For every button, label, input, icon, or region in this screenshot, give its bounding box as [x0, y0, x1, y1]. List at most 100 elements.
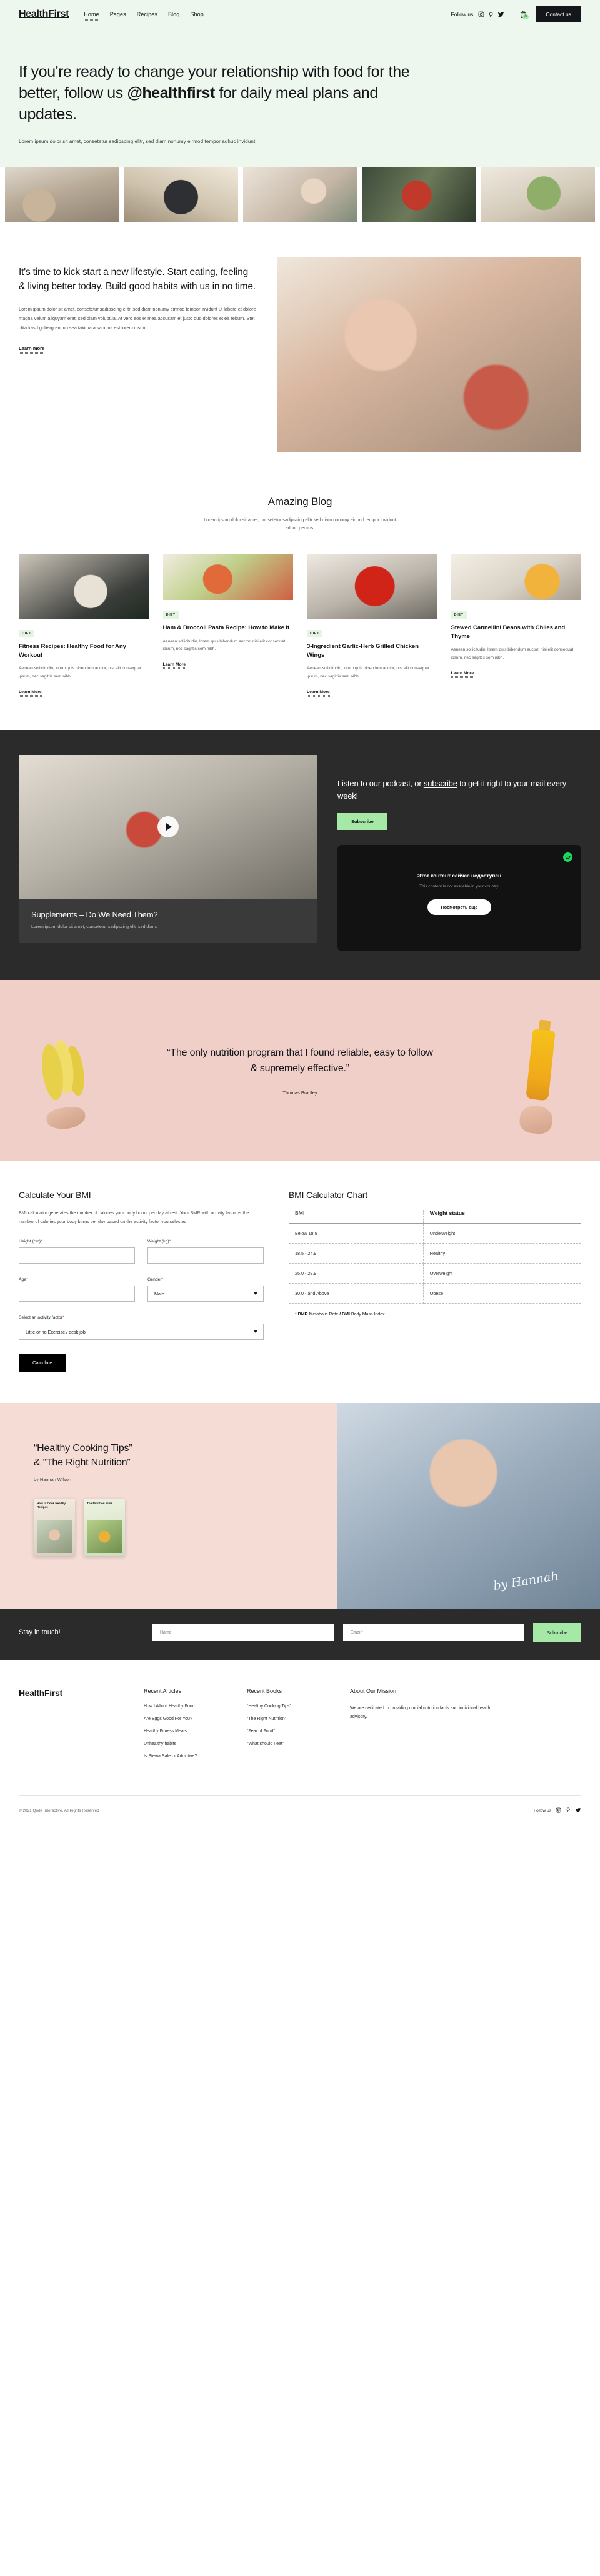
blog-card-excerpt: Aenean sollicitudin, lorem quis bibendum… [451, 647, 574, 661]
gender-field: Gender* Male [148, 1277, 264, 1302]
book-cover[interactable]: How to Cook Healthy Recipes [34, 1498, 75, 1556]
newsletter-section: Stay in touch! Subscribe [0, 1609, 600, 1661]
instagram-icon[interactable] [478, 11, 484, 17]
table-row: Below 18.5 Underweight [289, 1223, 581, 1244]
nav-item-shop[interactable]: Shop [190, 11, 203, 17]
blog-card-learn-more[interactable]: Learn More [307, 690, 330, 697]
activity-selected-value: Little or no Exercise / desk job [26, 1329, 86, 1335]
bmi-footnote: * BMR Metabolic Rate / BMI Body Mass Ind… [295, 1312, 385, 1317]
footer-link[interactable]: “Fear of Food” [247, 1729, 350, 1734]
bmi-chart-panel: BMI Calculator Chart BMI Weight status B… [289, 1190, 581, 1372]
activity-select[interactable]: Little or no Exercise / desk job [19, 1324, 264, 1340]
testimonial-author: Thomas Bradley [282, 1089, 318, 1096]
blog-card-learn-more[interactable]: Learn More [451, 671, 474, 679]
copyright-text: © 2021 Qode Interactive, All Rights Rese… [19, 1808, 99, 1813]
nav-item-recipes[interactable]: Recipes [137, 11, 158, 17]
nav-links: Home Pages Recipes Blog Shop [84, 11, 204, 21]
cart-icon[interactable]: 0 [520, 11, 529, 19]
follow-us-label: Follow us [451, 11, 474, 17]
footer-column-recent-articles: Recent Articles How I Afford Healthy Foo… [144, 1688, 247, 1767]
twitter-icon[interactable] [498, 11, 504, 17]
lifestyle-section: It's time to kick start a new lifestyle.… [19, 222, 581, 477]
age-label: Age* [19, 1277, 28, 1282]
blog-card-thumbnail [451, 553, 581, 600]
cell-weight-status: Overweight [423, 1263, 581, 1284]
chevron-down-icon [254, 1292, 258, 1295]
footer-link[interactable]: “What should I eat” [247, 1742, 350, 1746]
pinterest-icon[interactable] [566, 1805, 571, 1816]
gender-label: Gender* [148, 1277, 164, 1282]
logo-healthfirst[interactable]: HealthFirst [19, 9, 69, 20]
lifestyle-learn-more-link[interactable]: Learn more [19, 346, 45, 354]
embed-subtitle: This content is not available in your co… [419, 884, 499, 889]
embed-title: Этот контент сейчас недоступен [418, 872, 501, 879]
twitter-icon[interactable] [575, 1805, 581, 1816]
required-marker: * [26, 1277, 28, 1282]
bmi-form-panel: Calculate Your BMI BMI calculator genera… [19, 1190, 264, 1372]
footer-column-title: About Our Mission [350, 1688, 397, 1695]
bmi-chart-table: BMI Weight status Below 18.5 Underweight… [289, 1210, 581, 1304]
photo-healthy-plate[interactable] [481, 167, 596, 222]
footer-link[interactable]: “The Right Nutrition” [247, 1717, 350, 1721]
table-row: 18.5 - 24.9 Healthy [289, 1243, 581, 1264]
video-caption: Supplements – Do We Need Them? Lorem ips… [19, 899, 318, 944]
nav-item-home[interactable]: Home [84, 11, 100, 21]
age-input[interactable] [19, 1286, 135, 1302]
newsletter-name-input[interactable] [152, 1624, 334, 1642]
blog-card-title: Ham & Broccoli Pasta Recipe: How to Make… [162, 624, 290, 631]
calculate-button[interactable]: Calculate [19, 1354, 66, 1372]
nav-item-pages[interactable]: Pages [110, 11, 126, 17]
bmi-chart-title: BMI Calculator Chart [289, 1190, 368, 1201]
weight-input[interactable] [148, 1247, 264, 1264]
blog-card[interactable]: DIET 3-Ingredient Garlic-Herb Grilled Ch… [307, 553, 438, 697]
blog-card-learn-more[interactable]: Learn More [162, 662, 186, 670]
footer-link[interactable]: Is Stevia Safe or Addictive? [144, 1754, 247, 1759]
instagram-icon[interactable] [556, 1805, 561, 1816]
gender-selected-value: Male [154, 1290, 164, 1297]
table-row: 30.0 - and Above Obese [289, 1283, 581, 1304]
subscribe-button[interactable]: Subscribe [338, 813, 388, 831]
cart-count: 0 [522, 14, 529, 19]
newsletter-subscribe-button[interactable]: Subscribe [533, 1623, 581, 1642]
blog-card[interactable]: DIET Fitness Recipes: Healthy Food for A… [19, 553, 149, 697]
photo-phone-food[interactable] [124, 167, 238, 222]
lifestyle-text: It's time to kick start a new lifestyle.… [19, 257, 256, 354]
footer-link[interactable]: How I Afford Healthy Food [144, 1704, 247, 1709]
blog-card-learn-more[interactable]: Learn More [19, 690, 42, 697]
blog-card-tag: DIET [19, 629, 35, 637]
book-cover[interactable]: The Nutrition Bible [84, 1498, 125, 1556]
footer-social-links: Follow us [534, 1805, 581, 1816]
books-author: by Hannah Wilson [34, 1476, 71, 1482]
podcast-subscribe-link[interactable]: subscribe [424, 779, 458, 788]
footer-link[interactable]: “Healthy Cooking Tips” [247, 1704, 350, 1709]
column-header-bmi: BMI [289, 1210, 424, 1224]
gender-select[interactable]: Male [148, 1286, 264, 1302]
blog-card-excerpt: Aenean sollicitudin, lorem quis bibendum… [19, 666, 141, 679]
embed-action-button[interactable]: Посмотреть еще [427, 899, 492, 915]
footer-link[interactable]: Unhealthy habits [144, 1742, 247, 1746]
photo-salad-bowl[interactable] [362, 167, 476, 222]
footer-link[interactable]: Healthy Fitness Meals [144, 1729, 247, 1734]
weight-label: Weight (kg)* [148, 1239, 171, 1244]
footer-link[interactable]: Are Eggs Good For You? [144, 1717, 247, 1721]
blog-card[interactable]: DIET Stewed Cannellini Beans with Chiles… [451, 553, 581, 697]
play-icon[interactable] [158, 816, 179, 838]
cell-bmi-range: 25.0 - 29.9 [289, 1263, 424, 1284]
photo-kitchen-couple[interactable] [5, 167, 119, 222]
blog-card[interactable]: DIET Ham & Broccoli Pasta Recipe: How to… [162, 553, 293, 697]
blog-card-thumbnail [162, 553, 293, 600]
blog-card-tag: DIET [451, 611, 467, 619]
pinterest-icon[interactable] [488, 11, 494, 18]
photo-smoothie-woman[interactable] [242, 167, 358, 222]
podcast-heading-pre: Listen to our podcast, or [338, 779, 424, 789]
video-thumbnail[interactable] [19, 755, 318, 899]
contact-us-button[interactable]: Contact us [536, 6, 581, 22]
newsletter-label: Stay in touch! [19, 1629, 61, 1637]
photo-bananas [29, 1020, 97, 1121]
height-input[interactable] [19, 1247, 135, 1264]
footer-column-title: Recent Books [247, 1688, 282, 1695]
blog-card-title: 3-Ingredient Garlic-Herb Grilled Chicken… [307, 642, 419, 659]
blog-card-tag: DIET [162, 611, 179, 619]
newsletter-email-input[interactable] [342, 1624, 525, 1642]
nav-item-blog[interactable]: Blog [168, 11, 179, 17]
